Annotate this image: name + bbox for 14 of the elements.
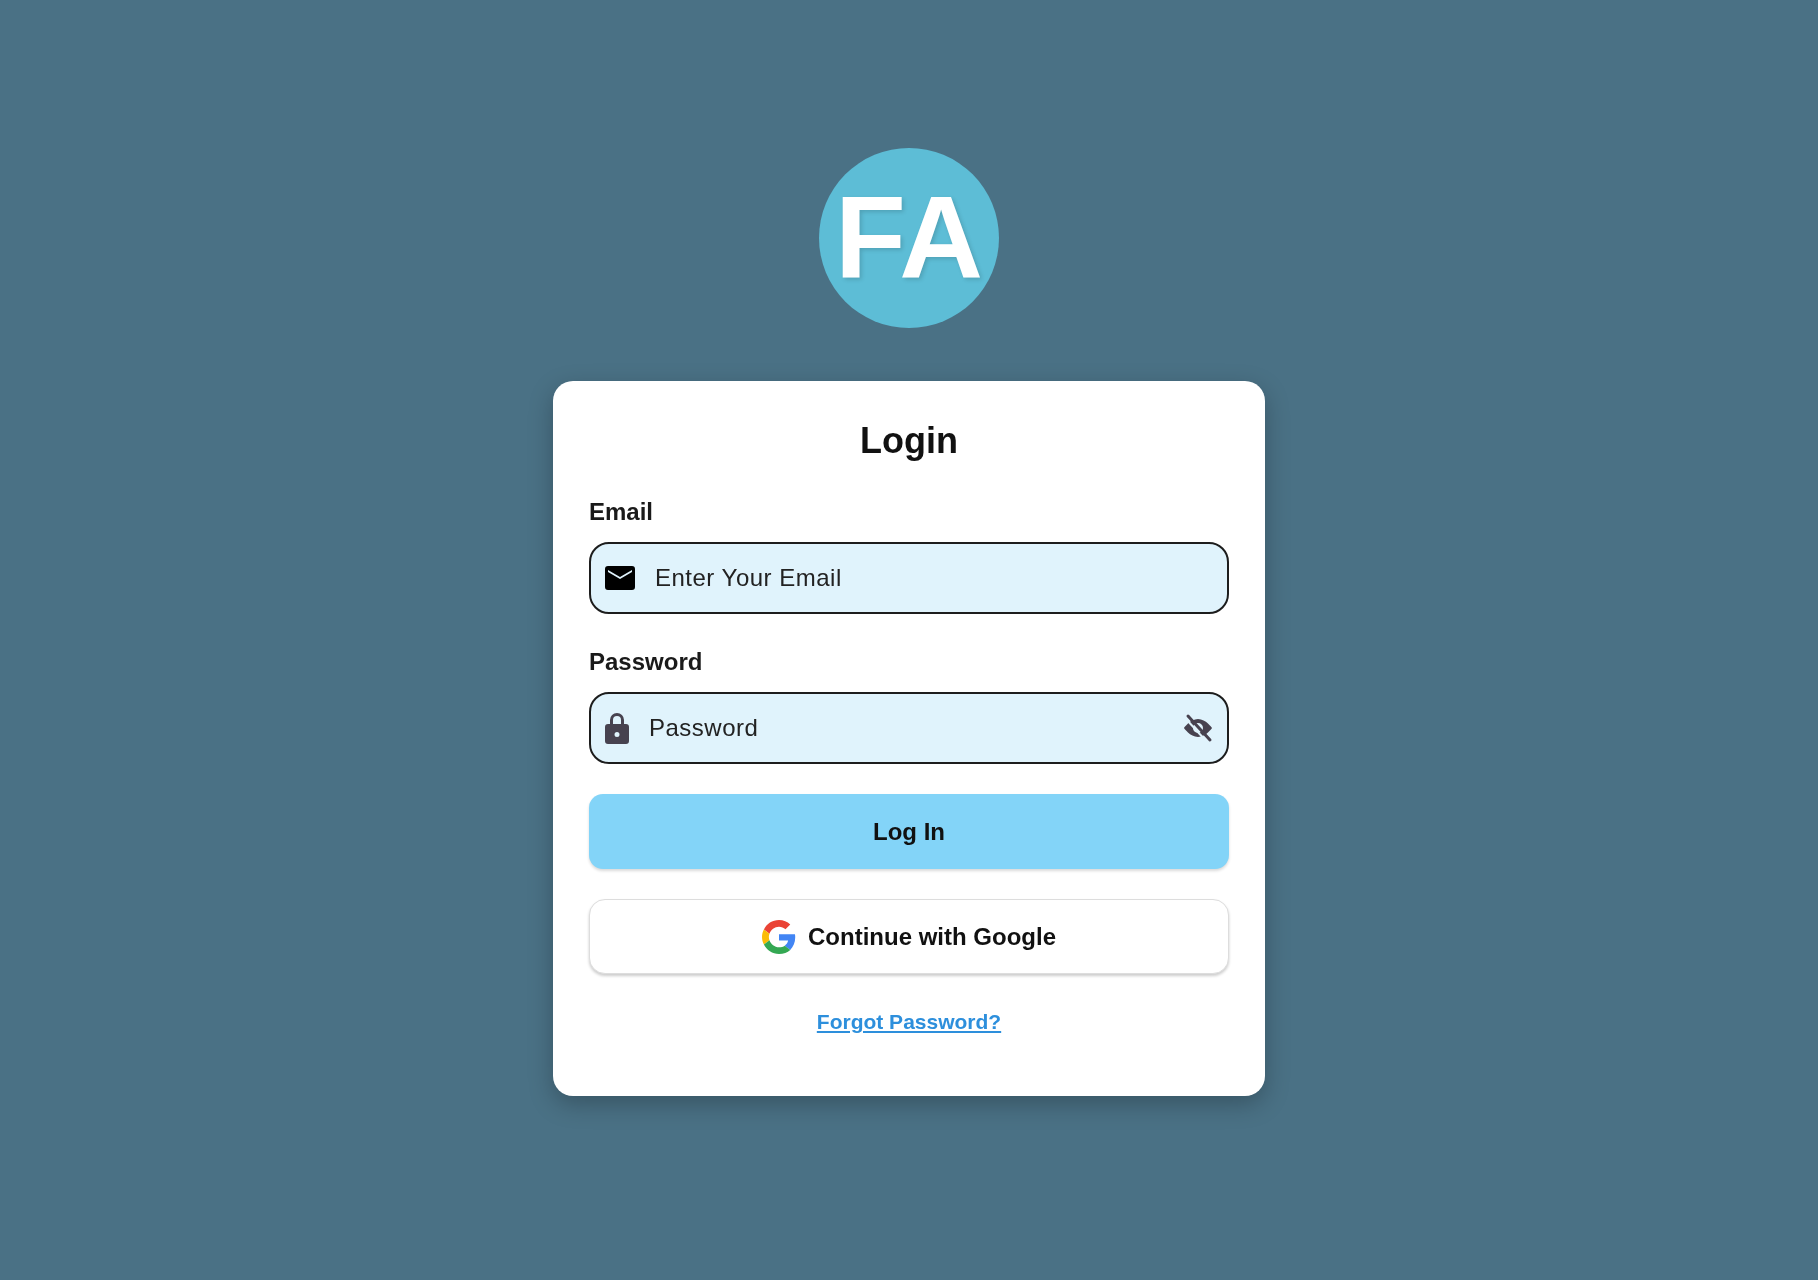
field-label: Email xyxy=(589,497,655,528)
google-icon xyxy=(762,919,796,954)
password-input[interactable]: Password xyxy=(647,709,1163,748)
logo: FA xyxy=(819,148,999,328)
envelope-icon xyxy=(605,566,635,591)
hide-password-icon[interactable] xyxy=(1181,713,1215,744)
field-label: Password xyxy=(589,647,704,678)
email-field[interactable]: Enter Your Email xyxy=(589,542,1229,615)
login-title: Login xyxy=(859,419,959,463)
email-input[interactable]: Enter Your Email xyxy=(653,559,1215,598)
login-button[interactable]: Log In xyxy=(589,794,1229,870)
google-button[interactable]: Continue with Google xyxy=(589,899,1229,975)
lock-icon xyxy=(605,712,629,745)
password-field[interactable]: Password xyxy=(589,692,1229,765)
